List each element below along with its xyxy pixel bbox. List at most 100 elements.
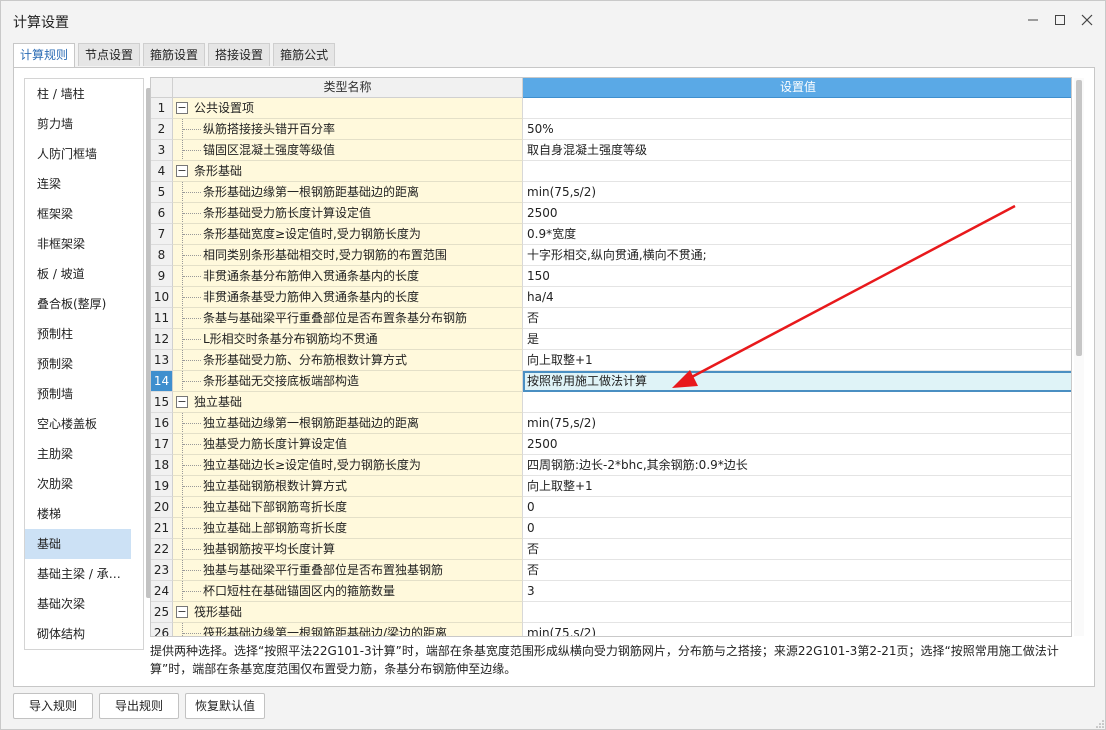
setting-value-cell[interactable]: 0.9*宽度 (523, 224, 1071, 245)
sidebar-item[interactable]: 框架梁 (25, 199, 131, 229)
setting-value-cell[interactable]: 2500 (523, 203, 1071, 224)
table-row[interactable]: 9 非贯通条基分布筋伸入贯通条基内的长度 150 (151, 266, 1071, 287)
tree-connector (183, 318, 201, 319)
setting-value-cell[interactable]: 否 (523, 539, 1071, 560)
collapse-icon[interactable]: − (176, 396, 188, 408)
table-row[interactable]: 7 条形基础宽度≥设定值时,受力钢筋长度为 0.9*宽度 (151, 224, 1071, 245)
setting-label: 独立基础边长≥设定值时,受力钢筋长度为 (203, 458, 421, 472)
table-row[interactable]: 1− 公共设置项 (151, 98, 1071, 119)
tree-connector (183, 528, 201, 529)
sidebar-item[interactable]: 次肋梁 (25, 469, 131, 499)
setting-value-cell[interactable]: 0 (523, 497, 1071, 518)
setting-value-cell[interactable]: 150 (523, 266, 1071, 287)
sidebar-item[interactable]: 其它 (25, 649, 131, 650)
sidebar-item[interactable]: 预制墙 (25, 379, 131, 409)
sidebar-item[interactable]: 连梁 (25, 169, 131, 199)
sidebar-item[interactable]: 砌体结构 (25, 619, 131, 649)
table-row[interactable]: 15− 独立基础 (151, 392, 1071, 413)
collapse-icon[interactable]: − (176, 102, 188, 114)
grid-scrollbar-thumb[interactable] (1076, 80, 1082, 356)
table-row[interactable]: 22 独基钢筋按平均长度计算 否 (151, 539, 1071, 560)
maximize-icon[interactable] (1047, 9, 1073, 31)
setting-value-cell[interactable]: min(75,s/2) (523, 623, 1071, 636)
sidebar-item[interactable]: 基础主梁 / 承台梁 (25, 559, 131, 589)
sidebar-item[interactable]: 基础 (25, 529, 131, 559)
setting-value-cell[interactable]: 按照常用施工做法计算 (523, 371, 1071, 392)
setting-value-cell[interactable]: 向上取整+1 (523, 350, 1071, 371)
table-row[interactable]: 13 条形基础受力筋、分布筋根数计算方式 向上取整+1 (151, 350, 1071, 371)
tree-connector (183, 570, 201, 571)
setting-value-cell[interactable]: min(75,s/2) (523, 413, 1071, 434)
resize-grip-icon[interactable] (1095, 719, 1105, 729)
export-rules-button[interactable]: 导出规则 (99, 693, 179, 719)
table-row[interactable]: 6 条形基础受力筋长度计算设定值 2500 (151, 203, 1071, 224)
sidebar-item[interactable]: 板 / 坡道 (25, 259, 131, 289)
setting-value-cell[interactable] (523, 161, 1071, 182)
header-setting-value[interactable]: 设置值 (523, 78, 1071, 98)
tab-1[interactable]: 节点设置 (78, 43, 141, 66)
setting-value-cell[interactable]: 否 (523, 560, 1071, 581)
setting-value-cell[interactable]: 是 (523, 329, 1071, 350)
import-rules-button[interactable]: 导入规则 (13, 693, 93, 719)
sidebar-item[interactable]: 叠合板(整厚) (25, 289, 131, 319)
table-row[interactable]: 25− 筏形基础 (151, 602, 1071, 623)
table-row[interactable]: 21 独立基础上部钢筋弯折长度 0 (151, 518, 1071, 539)
tab-0[interactable]: 计算规则 (13, 43, 76, 68)
sidebar-item[interactable]: 基础次梁 (25, 589, 131, 619)
setting-value-cell[interactable]: 四周钢筋:边长-2*bhc,其余钢筋:0.9*边长 (523, 455, 1071, 476)
table-row[interactable]: 17 独基受力筋长度计算设定值 2500 (151, 434, 1071, 455)
table-row[interactable]: 24 杯口短柱在基础锚固区内的箍筋数量 3 (151, 581, 1071, 602)
collapse-icon[interactable]: − (176, 165, 188, 177)
table-row[interactable]: 16 独立基础边缘第一根钢筋距基础边的距离 min(75,s/2) (151, 413, 1071, 434)
row-number: 26 (151, 623, 173, 636)
header-type-name[interactable]: 类型名称 (173, 78, 523, 98)
tab-3[interactable]: 搭接设置 (208, 43, 271, 66)
sidebar-item[interactable]: 预制柱 (25, 319, 131, 349)
table-row[interactable]: 3 锚固区混凝土强度等级值 取自身混凝土强度等级 (151, 140, 1071, 161)
minimize-icon[interactable] (1020, 9, 1046, 31)
setting-value-cell[interactable]: 0 (523, 518, 1071, 539)
table-row[interactable]: 23 独基与基础梁平行重叠部位是否布置独基钢筋 否 (151, 560, 1071, 581)
sidebar-item[interactable]: 剪力墙 (25, 109, 131, 139)
sidebar-item[interactable]: 预制梁 (25, 349, 131, 379)
row-number: 20 (151, 497, 173, 518)
setting-label: 筏形基础边缘第一根钢筋距基础边/梁边的距离 (203, 626, 448, 637)
setting-value-cell[interactable]: 向上取整+1 (523, 476, 1071, 497)
tab-2[interactable]: 箍筋设置 (143, 43, 206, 66)
table-row[interactable]: 19 独立基础钢筋根数计算方式 向上取整+1 (151, 476, 1071, 497)
setting-value-cell[interactable]: 50% (523, 119, 1071, 140)
close-icon[interactable] (1074, 9, 1100, 31)
sidebar-item[interactable]: 柱 / 墙柱 (25, 79, 131, 109)
sidebar-item[interactable]: 人防门框墙 (25, 139, 131, 169)
collapse-icon[interactable]: − (176, 606, 188, 618)
setting-value-cell[interactable]: 取自身混凝土强度等级 (523, 140, 1071, 161)
sidebar-item[interactable]: 空心楼盖板 (25, 409, 131, 439)
table-row[interactable]: 20 独立基础下部钢筋弯折长度 0 (151, 497, 1071, 518)
table-row[interactable]: 18 独立基础边长≥设定值时,受力钢筋长度为 四周钢筋:边长-2*bhc,其余钢筋:… (151, 455, 1071, 476)
table-row[interactable]: 14 条形基础无交接底板端部构造 按照常用施工做法计算 (151, 371, 1071, 392)
setting-value-cell[interactable]: 3 (523, 581, 1071, 602)
setting-value-cell[interactable] (523, 392, 1071, 413)
table-row[interactable]: 8 相同类别条形基础相交时,受力钢筋的布置范围 十字形相交,纵向贯通,横向不贯通; (151, 245, 1071, 266)
restore-defaults-button[interactable]: 恢复默认值 (185, 693, 265, 719)
table-row[interactable]: 5 条形基础边缘第一根钢筋距基础边的距离 min(75,s/2) (151, 182, 1071, 203)
table-row[interactable]: 2 纵筋搭接接头错开百分率 50% (151, 119, 1071, 140)
setting-value-cell[interactable]: 2500 (523, 434, 1071, 455)
table-row[interactable]: 12 L形相交时条基分布钢筋均不贯通 是 (151, 329, 1071, 350)
setting-value-cell[interactable] (523, 98, 1071, 119)
row-number: 21 (151, 518, 173, 539)
setting-value-cell[interactable] (523, 602, 1071, 623)
sidebar-item[interactable]: 主肋梁 (25, 439, 131, 469)
setting-value-cell[interactable]: 否 (523, 308, 1071, 329)
tab-4[interactable]: 箍筋公式 (273, 43, 336, 66)
sidebar-item[interactable]: 非框架梁 (25, 229, 131, 259)
table-row[interactable]: 11 条基与基础梁平行重叠部位是否布置条基分布钢筋 否 (151, 308, 1071, 329)
table-row[interactable]: 26 筏形基础边缘第一根钢筋距基础边/梁边的距离 min(75,s/2) (151, 623, 1071, 637)
setting-value-cell[interactable]: min(75,s/2) (523, 182, 1071, 203)
setting-value-cell[interactable]: 十字形相交,纵向贯通,横向不贯通; (523, 245, 1071, 266)
sidebar-item[interactable]: 楼梯 (25, 499, 131, 529)
table-row[interactable]: 10 非贯通条基受力筋伸入贯通条基内的长度 ha/4 (151, 287, 1071, 308)
table-row[interactable]: 4− 条形基础 (151, 161, 1071, 182)
setting-value-cell[interactable]: ha/4 (523, 287, 1071, 308)
tree-connector (183, 339, 201, 340)
